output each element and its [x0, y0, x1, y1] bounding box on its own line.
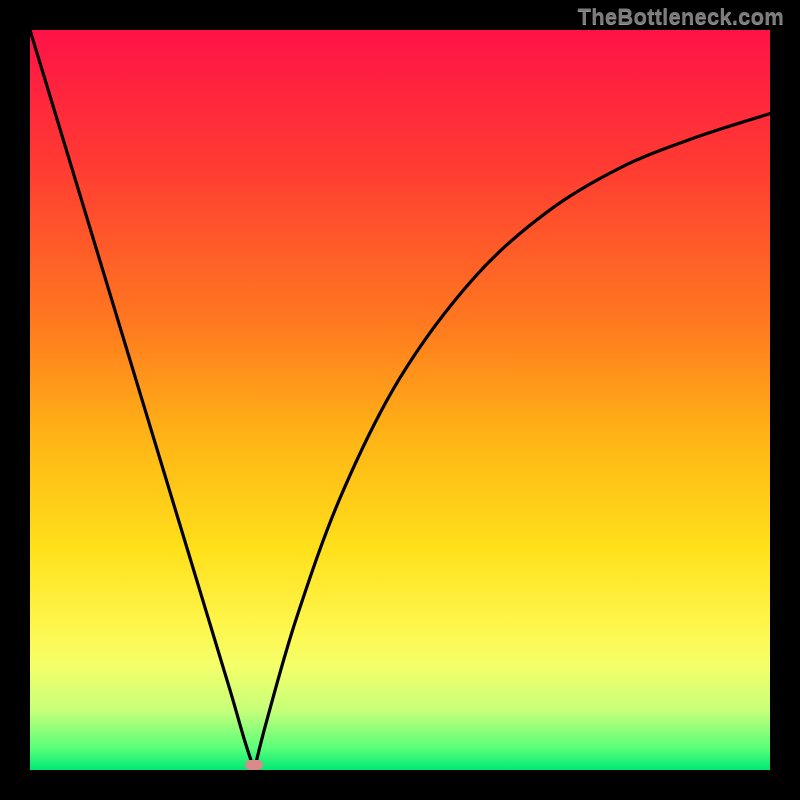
bottleneck-curve [30, 30, 770, 770]
watermark-text: TheBottleneck.com [578, 4, 784, 30]
bottleneck-plot-area [30, 30, 770, 770]
chart-frame: TheBottleneck.com [0, 0, 800, 800]
curve-layer [30, 30, 770, 770]
